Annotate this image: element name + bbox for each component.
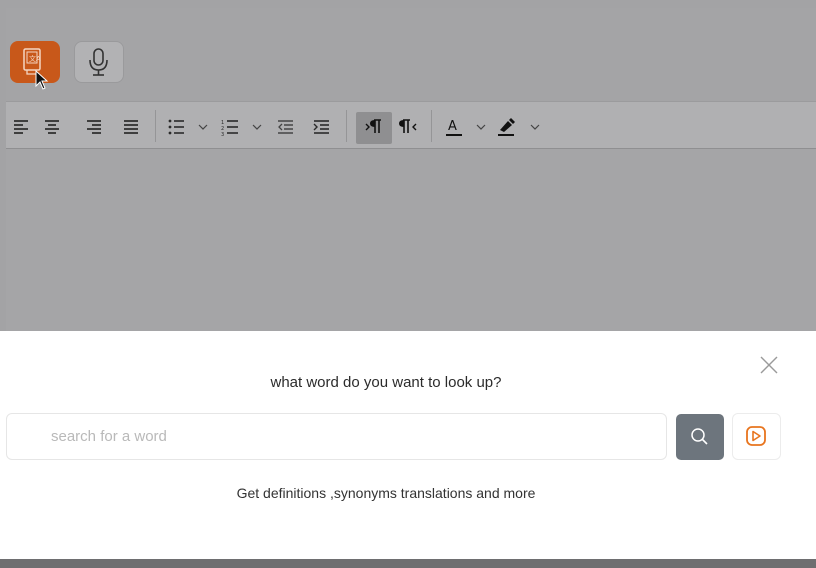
numbered-list-icon[interactable]: 123 (220, 102, 240, 149)
editor-area[interactable] (6, 149, 816, 331)
search-icon (691, 428, 708, 445)
mouse-cursor-icon (35, 70, 49, 90)
pronounce-button[interactable] (732, 413, 781, 460)
ltr-paragraph-icon[interactable] (364, 102, 384, 149)
indent-icon[interactable] (312, 102, 332, 149)
toolbar-divider (155, 110, 156, 142)
play-icon (746, 426, 766, 446)
toolbar-divider (346, 110, 347, 142)
highlight-color-icon[interactable] (496, 102, 518, 149)
chevron-down-icon[interactable] (474, 102, 488, 149)
chevron-down-icon[interactable] (250, 102, 264, 149)
align-justify-icon[interactable] (122, 102, 142, 149)
editor-toolbar: 123 A (6, 101, 816, 149)
search-field[interactable] (6, 413, 667, 460)
bottom-overlay-strip (0, 559, 816, 568)
bullet-list-icon[interactable] (166, 102, 186, 149)
align-right-icon[interactable] (85, 102, 105, 149)
align-left-icon[interactable] (12, 102, 32, 149)
svg-text:A: A (448, 119, 457, 134)
lookup-subtitle: Get definitions ,synonyms translations a… (236, 485, 536, 501)
toolbar-divider (431, 110, 432, 142)
search-button[interactable] (676, 414, 724, 460)
svg-text:3: 3 (221, 132, 224, 138)
search-input[interactable] (7, 414, 647, 459)
outdent-icon[interactable] (276, 102, 296, 149)
font-color-icon[interactable]: A (444, 102, 466, 149)
lookup-prompt: what word do you want to look up? (270, 374, 502, 391)
chevron-down-icon[interactable] (528, 102, 542, 149)
rtl-paragraph-icon[interactable] (398, 102, 418, 149)
align-center-icon[interactable] (43, 102, 63, 149)
svg-text:文A: 文A (29, 54, 41, 63)
chevron-down-icon[interactable] (196, 102, 210, 149)
microphone-icon (89, 48, 108, 76)
microphone-button[interactable] (74, 41, 124, 83)
